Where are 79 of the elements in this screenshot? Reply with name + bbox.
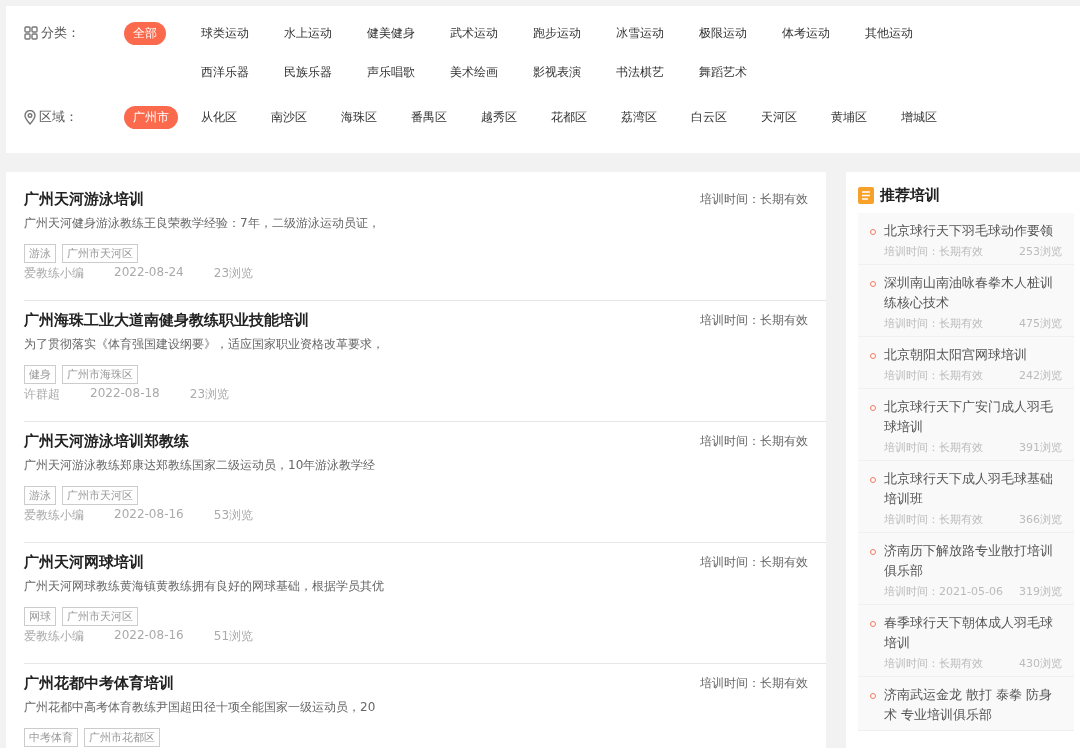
- training-title[interactable]: 广州花都中考体育培训: [24, 674, 174, 693]
- filter-option[interactable]: 荔湾区: [621, 106, 657, 129]
- recommended-title[interactable]: 济南历下解放路专业散打培训俱乐部: [884, 541, 1062, 581]
- tag: 健身: [24, 365, 56, 384]
- document-icon: [858, 187, 874, 204]
- recommended-title[interactable]: 深圳南山南油咏春拳木人桩训练核心技术: [884, 273, 1062, 313]
- tag: 广州市花都区: [84, 728, 160, 747]
- filter-option[interactable]: 声乐唱歌: [367, 61, 415, 84]
- training-title[interactable]: 广州天河网球培训: [24, 553, 144, 572]
- filter-label: 区域：: [39, 108, 78, 126]
- tag: 网球: [24, 607, 56, 626]
- filter-option[interactable]: 白云区: [691, 106, 727, 129]
- grid-icon: [24, 26, 38, 40]
- filter-option[interactable]: 增城区: [901, 106, 937, 129]
- filter-option[interactable]: 舞蹈艺术: [699, 61, 747, 84]
- training-description: 广州天河健身游泳教练王良荣教学经验：7年，二级游泳运动员证，: [24, 215, 381, 232]
- filter-option[interactable]: 花都区: [551, 106, 587, 129]
- location-pin-icon: [24, 109, 36, 125]
- filter-label: 分类：: [41, 24, 80, 42]
- filter-option[interactable]: 天河区: [761, 106, 797, 129]
- training-description: 广州花都中高考体育教练尹国超田径十项全能国家一级运动员，20: [24, 699, 377, 716]
- recommended-title[interactable]: 北京球行天下羽毛球动作要领: [884, 221, 1062, 241]
- training-title[interactable]: 广州海珠工业大道南健身教练职业技能培训: [24, 311, 309, 330]
- date: 2022-08-16: [114, 628, 184, 644]
- filter-option[interactable]: 美术绘画: [450, 61, 498, 84]
- tag: 广州市天河区: [62, 486, 138, 505]
- recommended-title[interactable]: 春季球行天下朝体成人羽毛球培训: [884, 613, 1062, 653]
- training-description: 广州天河网球教练黄海镇黄教练拥有良好的网球基础，根据学员其优: [24, 578, 385, 595]
- filter-option[interactable]: 书法棋艺: [616, 61, 664, 84]
- author: 爱教练小编: [24, 265, 84, 282]
- view-count: 23浏览: [213, 265, 254, 282]
- training-time: 培训时间：长期有效: [700, 191, 808, 208]
- filter-option[interactable]: 从化区: [201, 106, 237, 129]
- filter-option[interactable]: 海珠区: [341, 106, 377, 129]
- filter-option[interactable]: 越秀区: [481, 106, 517, 129]
- filter-option[interactable]: 南沙区: [271, 106, 307, 129]
- training-time: 培训时间：长期有效: [700, 433, 808, 450]
- filter-option[interactable]: 冰雪运动: [616, 22, 664, 45]
- tag: 游泳: [24, 486, 56, 505]
- tag: 广州市天河区: [62, 607, 138, 626]
- date: 2022-08-16: [114, 507, 184, 523]
- section-title: 推荐培训: [880, 186, 940, 205]
- filter-option[interactable]: 黄埔区: [831, 106, 867, 129]
- recommended-title[interactable]: 济南武运金龙 散打 泰拳 防身术 专业培训俱乐部: [884, 685, 1062, 725]
- filter-option[interactable]: 民族乐器: [284, 61, 332, 84]
- filter-option[interactable]: 西洋乐器: [201, 61, 249, 84]
- filter-option[interactable]: 体考运动: [782, 22, 830, 45]
- tag: 广州市天河区: [62, 244, 138, 263]
- author: 许群超: [24, 386, 60, 403]
- recommended-item[interactable]: 济南武运金龙 散打 泰拳 防身术 专业培训俱乐部: [858, 677, 1074, 731]
- filter-option[interactable]: 影视表演: [533, 61, 581, 84]
- filter-option[interactable]: 水上运动: [284, 22, 332, 45]
- training-title[interactable]: 广州天河游泳培训: [24, 190, 144, 209]
- training-time: 培训时间：长期有效: [700, 675, 808, 692]
- training-time: 培训时间：长期有效: [700, 312, 808, 329]
- training-description: 广州天河游泳教练郑康达郑教练国家二级运动员，10年游泳教学经: [24, 457, 377, 474]
- filter-option[interactable]: 番禺区: [411, 106, 447, 129]
- filter-option[interactable]: 球类运动: [201, 22, 249, 45]
- view-count: 23浏览: [189, 386, 230, 403]
- filter-option[interactable]: 极限运动: [699, 22, 747, 45]
- training-title[interactable]: 广州天河游泳培训郑教练: [24, 432, 189, 451]
- tag: 广州市海珠区: [62, 365, 138, 384]
- filter-option[interactable]: 健美健身: [367, 22, 415, 45]
- tag: 游泳: [24, 244, 56, 263]
- tag: 中考体育: [24, 728, 78, 747]
- recommended-title[interactable]: 北京球行天下成人羽毛球基础培训班: [884, 469, 1062, 509]
- recommended-title[interactable]: 北京朝阳太阳宫网球培训: [884, 345, 1062, 365]
- filter-option[interactable]: 武术运动: [450, 22, 498, 45]
- filter-option[interactable]: 跑步运动: [533, 22, 581, 45]
- date: 2022-08-18: [90, 386, 160, 402]
- training-time: 培训时间：长期有效: [700, 554, 808, 571]
- filter-option[interactable]: 其他运动: [865, 22, 913, 45]
- author: 爱教练小编: [24, 628, 84, 645]
- recommended-title[interactable]: 北京球行天下广安门成人羽毛球培训: [884, 397, 1062, 437]
- view-count: 51浏览: [213, 628, 254, 645]
- view-count: 53浏览: [213, 507, 254, 524]
- date: 2022-08-24: [114, 265, 184, 281]
- training-description: 为了贯彻落实《体育强国建设纲要》，适应国家职业资格改革要求，: [24, 336, 385, 353]
- author: 爱教练小编: [24, 507, 84, 524]
